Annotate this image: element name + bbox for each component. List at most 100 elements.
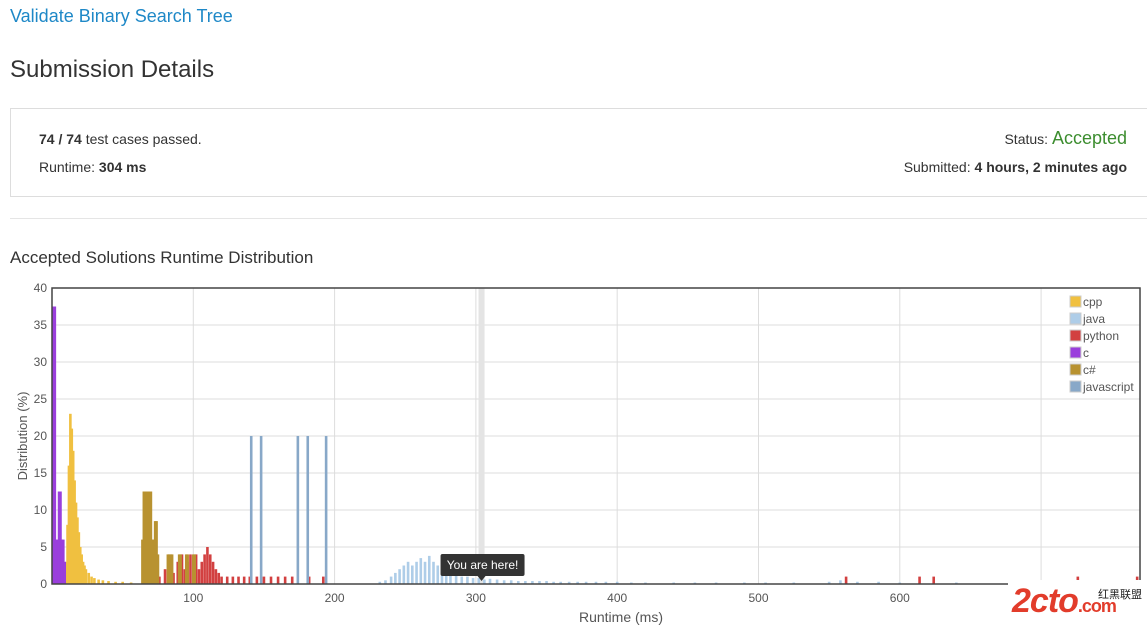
bar-java: [389, 576, 393, 584]
bar-cpp: [84, 569, 88, 584]
x-tick-label: 200: [325, 591, 345, 605]
bar-java: [398, 569, 401, 584]
y-tick-label: 25: [34, 392, 48, 406]
x-tick-label: 500: [748, 591, 768, 605]
bar-java: [419, 558, 423, 584]
legend-label-java: java: [1082, 312, 1105, 326]
tooltip-you-are-here: You are here!: [447, 558, 519, 572]
page-title: Submission Details: [10, 56, 215, 83]
bar-java: [427, 555, 431, 584]
watermark-2cto: 2cto.com 红黑联盟: [1008, 580, 1147, 626]
legend-swatch-c: [1069, 346, 1082, 359]
y-tick-label: 5: [40, 540, 47, 554]
bar-java: [454, 575, 458, 584]
bar-java: [466, 576, 469, 584]
bar-python: [214, 569, 218, 584]
bar-python: [211, 561, 215, 584]
legend-swatch-java: [1069, 312, 1082, 325]
bar-python: [242, 576, 246, 584]
bar-python: [255, 576, 259, 584]
bar-python: [283, 576, 287, 584]
x-tick-label: 400: [607, 591, 627, 605]
bar-java: [423, 561, 427, 584]
y-axis-label: Distribution (%): [15, 392, 30, 481]
bar-python: [200, 561, 204, 584]
bar-cpp: [90, 576, 93, 584]
legend-label-python: python: [1083, 329, 1119, 343]
bar-python: [231, 576, 235, 584]
x-tick-label: 100: [183, 591, 203, 605]
y-tick-label: 35: [34, 318, 48, 332]
problem-title-link[interactable]: Validate Binary Search Tree: [10, 6, 233, 27]
y-tick-label: 15: [34, 466, 48, 480]
test-cases-passed: 74 / 74 test cases passed.: [39, 131, 202, 147]
bar-java: [432, 561, 435, 584]
bar-java: [406, 561, 410, 584]
bar-java: [460, 576, 464, 584]
watermark-cn: 红黑联盟: [1098, 588, 1142, 601]
bar-c#: [156, 554, 160, 584]
runtime-distribution-chart: 0510152025303540100200300400500600700Run…: [15, 281, 1141, 625]
bar-python: [203, 554, 206, 584]
bar-java: [411, 565, 414, 584]
legend-swatch-c#: [1069, 363, 1082, 376]
bar-c: [63, 561, 67, 584]
bar-javascript: [296, 436, 300, 584]
legend-label-cpp: cpp: [1083, 295, 1103, 309]
distribution-title: Accepted Solutions Runtime Distribution: [10, 248, 314, 267]
bar-python: [225, 576, 229, 584]
x-tick-label: 300: [466, 591, 486, 605]
bar-c#: [179, 554, 182, 584]
bar-c#: [170, 554, 174, 584]
bar-python: [276, 576, 280, 584]
bar-java: [488, 578, 492, 584]
bar-java: [394, 572, 397, 584]
x-tick-label: 600: [890, 591, 910, 605]
legend-swatch-cpp: [1069, 295, 1082, 308]
bar-java: [471, 578, 475, 584]
divider: [10, 218, 1147, 219]
bar-python: [163, 569, 167, 584]
y-tick-label: 0: [40, 577, 47, 591]
bar-javascript: [324, 436, 328, 584]
runtime-value: 304 ms: [98, 159, 147, 175]
bar-python: [217, 572, 221, 584]
bar-c#: [186, 554, 189, 584]
bar-python: [918, 576, 921, 584]
legend-label-javascript: javascript: [1082, 380, 1134, 394]
runtime-line: Runtime: 304 ms: [39, 159, 146, 175]
legend-label-c#: c#: [1083, 363, 1096, 377]
x-axis-label: Runtime (ms): [579, 609, 663, 625]
bar-java: [436, 565, 440, 584]
submission-summary-panel: 74 / 74 test cases passed. Runtime: 304 …: [10, 108, 1147, 197]
bar-python: [237, 576, 240, 584]
bar-java: [415, 561, 418, 584]
y-tick-label: 40: [34, 281, 48, 295]
bar-python: [206, 547, 209, 584]
bar-cpp: [93, 578, 96, 584]
y-tick-label: 20: [34, 429, 48, 443]
bar-java: [402, 565, 406, 584]
bar-python: [932, 576, 936, 584]
bar-java: [477, 578, 481, 584]
bar-python: [189, 554, 192, 584]
legend-swatch-python: [1069, 329, 1082, 342]
submitted-value: 4 hours, 2 minutes ago: [974, 159, 1127, 175]
bar-javascript: [306, 436, 310, 584]
bar-python: [321, 576, 325, 584]
bar-javascript: [259, 436, 263, 584]
bar-python: [262, 576, 266, 584]
bar-python: [197, 569, 201, 584]
runtime-label: Runtime:: [39, 159, 99, 175]
bar-c#: [193, 554, 197, 584]
submitted-label: Submitted:: [903, 159, 975, 175]
test-cases-suffix: test cases passed.: [81, 131, 202, 147]
bar-python: [290, 576, 294, 584]
bar-python: [844, 576, 848, 584]
legend-label-c: c: [1083, 346, 1089, 360]
y-tick-label: 10: [34, 503, 48, 517]
bar-python: [220, 576, 223, 584]
bar-python: [269, 576, 273, 584]
test-cases-count: 74 / 74: [39, 131, 82, 147]
status-label: Status:: [1004, 131, 1052, 147]
